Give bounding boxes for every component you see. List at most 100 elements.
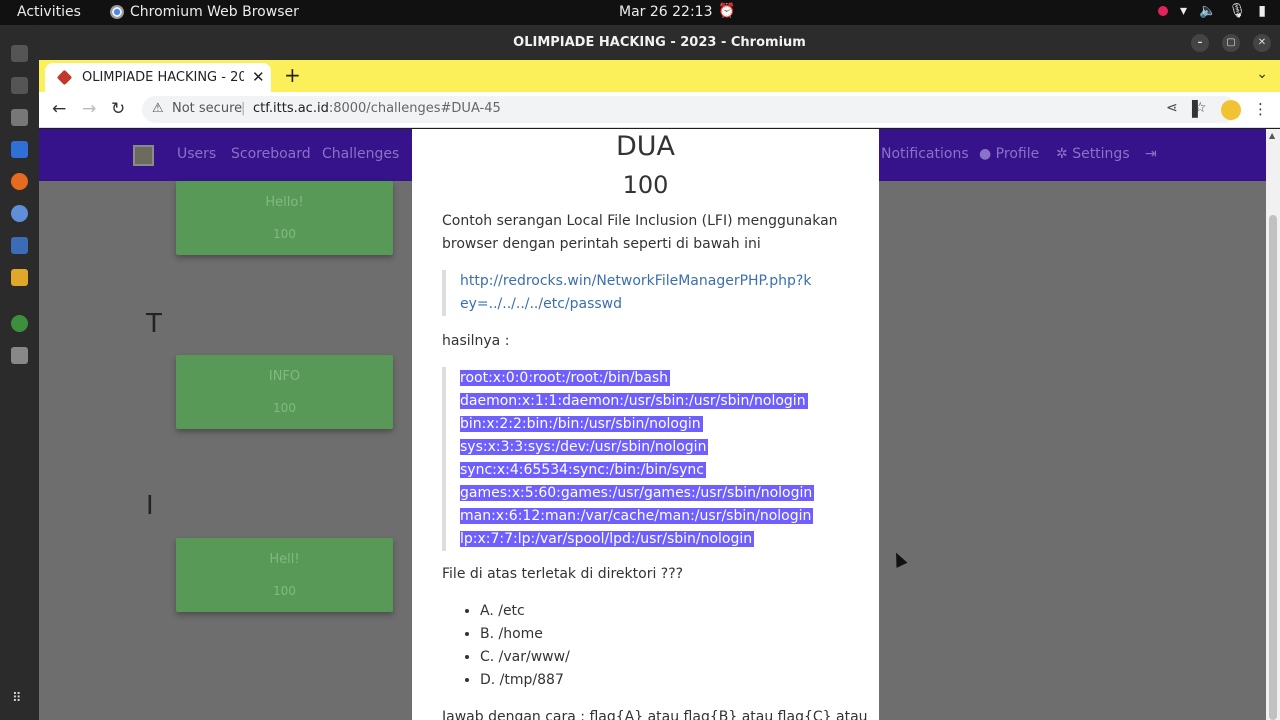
challenge-modal: DUA 100 Contoh serangan Local File Inclu… bbox=[412, 129, 879, 720]
warning-icon[interactable]: ⚠ bbox=[152, 101, 164, 116]
passwd-line-text: daemon:x:1:1:daemon:/usr/sbin:/usr/sbin/… bbox=[460, 393, 808, 409]
page-viewport: Users Scoreboard Challenges Notification… bbox=[39, 129, 1266, 720]
clock[interactable]: Mar 26 22:13 bbox=[619, 4, 712, 20]
ctfd-logo[interactable] bbox=[133, 145, 154, 166]
security-label[interactable]: Not secure bbox=[172, 101, 242, 116]
system-tray[interactable]: ▾ 🔈 🎙 ▮ bbox=[1158, 3, 1266, 19]
window-title: OLIMPIADE HACKING - 2023 - Chromium bbox=[513, 35, 806, 50]
option-item: D. /tmp/887 bbox=[480, 669, 570, 692]
passwd-line-text: man:x:6:12:man:/var/cache/man:/usr/sbin/… bbox=[460, 508, 814, 524]
passwd-line: man:x:6:12:man:/var/cache/man:/usr/sbin/… bbox=[460, 505, 814, 528]
forward-icon[interactable]: → bbox=[82, 99, 96, 119]
question-text: File di atas terletak di direktori ??? bbox=[442, 566, 684, 582]
profile-avatar[interactable] bbox=[1221, 100, 1241, 120]
challenge-card[interactable]: Hello! 100 bbox=[176, 181, 393, 255]
address-bar[interactable]: ⚠ Not secure | ctf.itts.ac.id:8000/chall… bbox=[142, 96, 1237, 123]
nav-profile-label: Profile bbox=[995, 146, 1040, 162]
tab-active[interactable]: OLIMPIADE HACKING - 2023 ✕ bbox=[45, 63, 271, 92]
challenge-intro: Contoh serangan Local File Inclusion (LF… bbox=[442, 213, 838, 252]
user-icon: ● bbox=[979, 146, 996, 162]
url-host: ctf.itts.ac.id bbox=[253, 101, 329, 116]
passwd-output: root:x:0:0:root:/root:/bin/bash daemon:x… bbox=[442, 367, 815, 551]
menu-kebab-icon[interactable]: ⋮ bbox=[1253, 100, 1268, 118]
chromium-icon bbox=[110, 5, 124, 19]
text-editor-icon[interactable] bbox=[11, 237, 28, 254]
thunderbird-icon[interactable] bbox=[11, 141, 28, 158]
app-menu[interactable]: Chromium Web Browser bbox=[110, 4, 299, 20]
passwd-line: root:x:0:0:root:/root:/bin/bash bbox=[460, 367, 814, 390]
share-icon[interactable]: ⋖ bbox=[1166, 100, 1178, 116]
challenge-card[interactable]: Hell! 100 bbox=[176, 538, 393, 612]
site-favicon-icon bbox=[56, 69, 73, 86]
scrollbar-thumb[interactable] bbox=[1269, 215, 1277, 720]
notes-icon[interactable] bbox=[11, 269, 28, 286]
passwd-line-text: bin:x:2:2:bin:/bin:/usr/sbin/nologin bbox=[460, 416, 703, 432]
challenge-card-value: 100 bbox=[273, 584, 296, 598]
files-icon[interactable] bbox=[11, 109, 28, 126]
app-icon[interactable] bbox=[11, 315, 28, 332]
terminal-alt-icon[interactable] bbox=[11, 77, 28, 94]
terminal-icon[interactable] bbox=[11, 45, 28, 62]
url-text[interactable]: ctf.itts.ac.id:8000/challenges#DUA-45 bbox=[253, 101, 501, 116]
page-scrollbar[interactable]: ▲ bbox=[1266, 129, 1280, 720]
nav-users[interactable]: Users bbox=[177, 146, 216, 162]
alarm-icon: ⏰ bbox=[718, 3, 736, 19]
volume-icon: 🔈 bbox=[1199, 3, 1217, 19]
nav-notifications[interactable]: Notifications bbox=[881, 146, 969, 162]
url-path: :8000/challenges#DUA-45 bbox=[328, 101, 501, 116]
passwd-line: games:x:5:60:games:/usr/games:/usr/sbin/… bbox=[460, 482, 815, 505]
passwd-line: lp:x:7:7:lp:/var/spool/lpd:/usr/sbin/nol… bbox=[460, 528, 814, 551]
activities-button[interactable]: Activities bbox=[17, 4, 81, 20]
tab-title: OLIMPIADE HACKING - 2023 bbox=[82, 70, 244, 85]
passwd-line-text: sys:x:3:3:sys:/dev:/usr/sbin/nologin bbox=[460, 439, 709, 455]
browser-toolbar: ← → ↻ ⚠ Not secure | ctf.itts.ac.id:8000… bbox=[39, 92, 1280, 128]
side-panel-icon[interactable]: ▌ bbox=[1192, 100, 1204, 118]
show-apps-icon[interactable]: ⠿ bbox=[12, 691, 27, 706]
firefox-icon[interactable] bbox=[11, 173, 28, 190]
example-link[interactable]: http://redrocks.win/NetworkFileManagerPH… bbox=[460, 273, 811, 312]
nav-challenges[interactable]: Challenges bbox=[322, 146, 399, 162]
scroll-up-icon[interactable]: ▲ bbox=[1269, 131, 1275, 140]
nav-scoreboard[interactable]: Scoreboard bbox=[231, 146, 311, 162]
option-item: B. /home bbox=[480, 623, 570, 646]
reload-icon[interactable]: ↻ bbox=[111, 99, 125, 119]
back-icon[interactable]: ← bbox=[52, 99, 66, 119]
challenge-card-name: Hello! bbox=[265, 195, 304, 210]
battery-icon: ▮ bbox=[1258, 3, 1266, 19]
window-titlebar[interactable]: OLIMPIADE HACKING - 2023 - Chromium – ▢ … bbox=[39, 25, 1280, 60]
challenge-name: DUA bbox=[615, 131, 676, 162]
category-heading: I bbox=[146, 491, 154, 521]
app-name: Chromium Web Browser bbox=[130, 4, 299, 20]
challenge-card-value: 100 bbox=[273, 401, 296, 415]
nav-settings-label: Settings bbox=[1072, 146, 1130, 162]
nav-profile[interactable]: ● Profile bbox=[979, 146, 1039, 162]
tab-close-icon[interactable]: ✕ bbox=[252, 68, 265, 86]
category-heading: T bbox=[146, 309, 162, 339]
tab-strip: OLIMPIADE HACKING - 2023 ✕ + ⌄ bbox=[39, 60, 1280, 92]
challenge-card[interactable]: INFO 100 bbox=[176, 355, 393, 429]
chromium-dock-icon[interactable] bbox=[11, 205, 28, 222]
tab-search-icon[interactable]: ⌄ bbox=[1256, 66, 1268, 82]
passwd-line: sync:x:4:65534:sync:/bin:/bin/sync bbox=[460, 459, 814, 482]
challenge-card-name: INFO bbox=[268, 369, 301, 384]
answer-options: A. /etc B. /home C. /var/www/ D. /tmp/88… bbox=[480, 600, 570, 692]
minimize-icon[interactable]: – bbox=[1191, 34, 1209, 52]
new-tab-button[interactable]: + bbox=[284, 63, 301, 87]
nav-settings[interactable]: ✲ Settings bbox=[1056, 146, 1130, 162]
close-window-icon[interactable]: ✕ bbox=[1253, 34, 1271, 52]
challenge-card-name: Hell! bbox=[269, 552, 300, 567]
passwd-line: sys:x:3:3:sys:/dev:/usr/sbin/nologin bbox=[460, 436, 814, 459]
option-item: A. /etc bbox=[480, 600, 570, 623]
microphone-icon: 🎙 bbox=[1228, 3, 1247, 19]
wifi-icon: ▾ bbox=[1180, 3, 1188, 19]
passwd-line-text: root:x:0:0:root:/root:/bin/bash bbox=[460, 370, 671, 386]
passwd-line-text: lp:x:7:7:lp:/var/spool/lpd:/usr/sbin/nol… bbox=[460, 531, 755, 547]
passwd-line-text: games:x:5:60:games:/usr/games:/usr/sbin/… bbox=[460, 485, 815, 501]
dock: ⠿ bbox=[0, 25, 39, 720]
logout-icon[interactable]: ⇥ bbox=[1145, 146, 1157, 162]
passwd-line: bin:x:2:2:bin:/bin:/usr/sbin/nologin bbox=[460, 413, 814, 436]
challenge-points: 100 bbox=[622, 171, 669, 199]
maximize-icon[interactable]: ▢ bbox=[1222, 34, 1240, 52]
trash-icon[interactable] bbox=[11, 347, 28, 364]
gnome-top-bar: Activities Chromium Web Browser Mar 26 2… bbox=[0, 0, 1280, 25]
